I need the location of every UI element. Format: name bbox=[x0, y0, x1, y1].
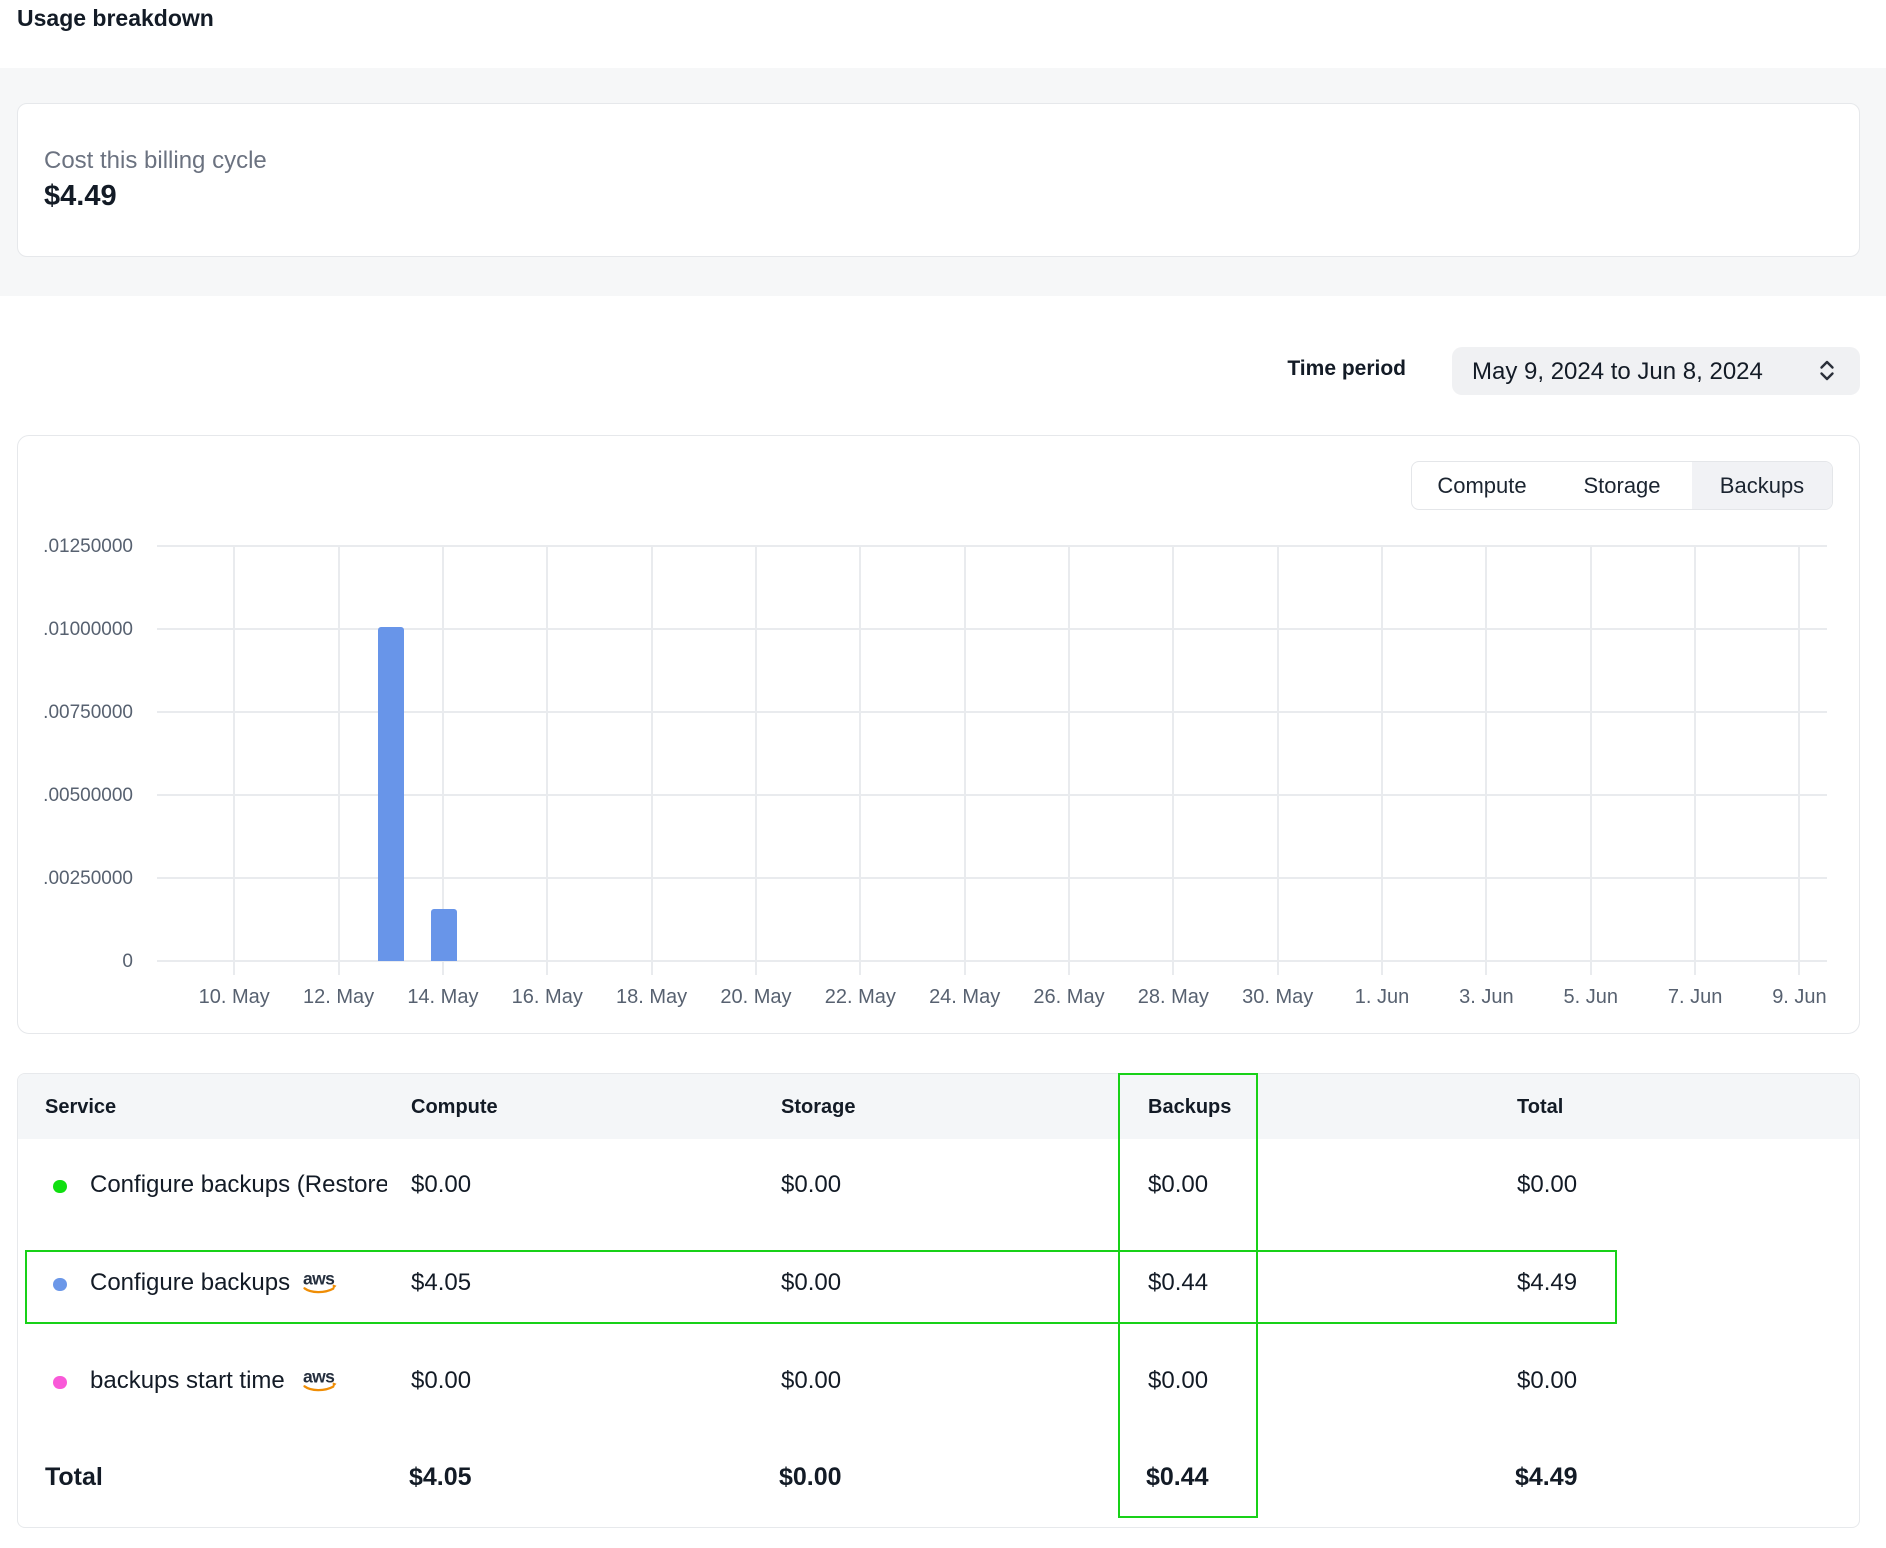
svg-text:aws: aws bbox=[303, 1367, 335, 1387]
